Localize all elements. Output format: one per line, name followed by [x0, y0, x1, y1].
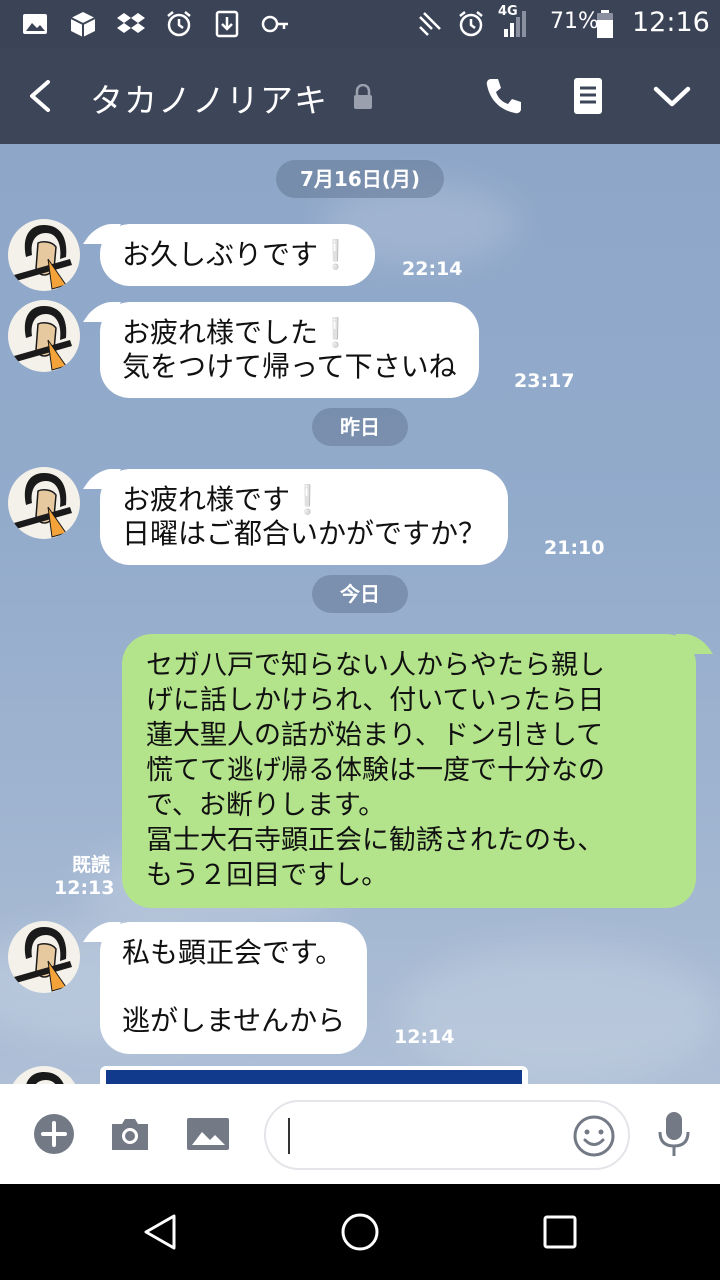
message-bubble[interactable]: 私も顕正会です。 逃がしませんから — [100, 922, 368, 1054]
message-line: げに話しかけられ、付いていったら日 — [146, 685, 605, 716]
add-icon[interactable] — [32, 1112, 76, 1156]
message-line: お久しぶりです❕ — [122, 238, 353, 271]
battery-percentage: 71% — [550, 9, 599, 34]
message-time: 22:14 — [402, 258, 463, 280]
message-line: 蓮大聖人の話が始まり、ドン引きして — [146, 720, 604, 751]
message-time: 21:10 — [544, 537, 605, 559]
lock-icon — [354, 84, 372, 109]
chevron-down-icon[interactable] — [650, 74, 694, 118]
message-bubble[interactable]: お疲れ様でした❕ 気をつけて帰って下さいね — [100, 302, 479, 398]
message-line: 日曜はご都合いかがですか？ — [122, 517, 487, 550]
message-time: 12:14 — [394, 1026, 455, 1048]
message-bubble[interactable]: お疲れ様です❕ 日曜はご都合いかがですか？ — [100, 469, 509, 565]
contact-name: タカノノリアキ — [90, 81, 328, 120]
home-icon[interactable] — [340, 1212, 380, 1252]
image-preview — [106, 1070, 522, 1084]
avatar-image — [26, 1072, 64, 1084]
message-line: 逃がしませんから — [122, 1004, 346, 1037]
alarm-icon — [167, 11, 191, 37]
date-divider: 7月16日(月) — [276, 160, 444, 198]
exclamation-icon: ❕ — [318, 238, 353, 271]
clock: 12:16 — [632, 7, 710, 38]
message-line: 冨士大石寺顕正会に勧誘されたのも、 — [146, 825, 605, 856]
camera-icon[interactable] — [108, 1112, 152, 1156]
call-icon[interactable] — [482, 74, 526, 118]
message-line — [122, 970, 345, 1004]
alarm-icon — [459, 11, 483, 37]
avatar[interactable] — [8, 300, 80, 372]
message-bubble[interactable]: セガ八戸で知らない人からやたら親し げに話しかけられ、付いていったら日 蓮大聖人… — [122, 634, 696, 908]
emoji-icon[interactable] — [572, 1114, 616, 1158]
message-line: セガ八戸で知らない人からやたら親し — [146, 650, 605, 681]
message-input-bar — [0, 1084, 720, 1184]
text-caret — [288, 1118, 290, 1154]
read-label: 既読 — [71, 854, 110, 876]
avatar-image — [14, 225, 72, 290]
recents-icon[interactable] — [540, 1212, 580, 1252]
message-line: 気をつけて帰って下さいね — [122, 350, 457, 383]
chat-header: タカノノリアキ — [0, 48, 720, 144]
package-icon — [70, 12, 96, 37]
microphone-icon[interactable] — [654, 1110, 694, 1158]
image-message-thumbnail[interactable] — [100, 1066, 528, 1084]
chat-area[interactable]: 7月16日(月) お久しぶりです❕ 22:14 お疲れ様でした❕ 気をつけて帰っ… — [0, 144, 720, 1084]
avatar-image — [14, 927, 72, 992]
date-divider: 昨日 — [312, 408, 408, 446]
back-triangle-icon[interactable] — [140, 1212, 180, 1252]
dropbox-icon — [117, 13, 145, 33]
exclamation-icon: ❕ — [318, 316, 353, 349]
message-line: もう２回目ですし。 — [146, 860, 389, 891]
avatar-image — [14, 473, 72, 538]
battery-icon — [597, 10, 613, 38]
avatar[interactable] — [8, 1066, 80, 1084]
notes-icon[interactable] — [566, 74, 610, 118]
avatar[interactable] — [8, 467, 80, 539]
message-line: お疲れ様でした❕ — [122, 316, 353, 349]
message-bubble[interactable]: お久しぶりです❕ — [100, 224, 375, 286]
message-line: で、お断りします。 — [146, 790, 386, 821]
message-time: 12:13 — [54, 877, 115, 899]
signal-icon — [504, 11, 526, 37]
read-receipt: 既読 12:13 — [54, 854, 115, 900]
system-navigation-bar — [0, 1184, 720, 1280]
status-bar: 4G 71% 12:16 — [0, 0, 720, 48]
message-time: 23:17 — [514, 370, 575, 392]
message-line: お疲れ様です❕ — [122, 483, 325, 516]
cloud-decoration — [400, 944, 720, 1084]
nfc-icon — [419, 12, 441, 36]
key-icon — [261, 15, 288, 33]
image-icon[interactable] — [184, 1112, 232, 1156]
message-line: 慌てて逃げ帰る体験は一度で十分なの — [146, 755, 605, 786]
date-divider: 今日 — [312, 575, 408, 613]
exclamation-icon: ❕ — [290, 483, 325, 516]
message-input[interactable] — [264, 1100, 630, 1170]
gallery-icon — [23, 14, 47, 34]
message-line: 私も顕正会です。 — [122, 936, 344, 969]
avatar[interactable] — [8, 219, 80, 291]
download-icon — [215, 10, 239, 38]
back-icon[interactable] — [22, 76, 58, 116]
avatar-image — [14, 306, 72, 371]
avatar[interactable] — [8, 921, 80, 993]
